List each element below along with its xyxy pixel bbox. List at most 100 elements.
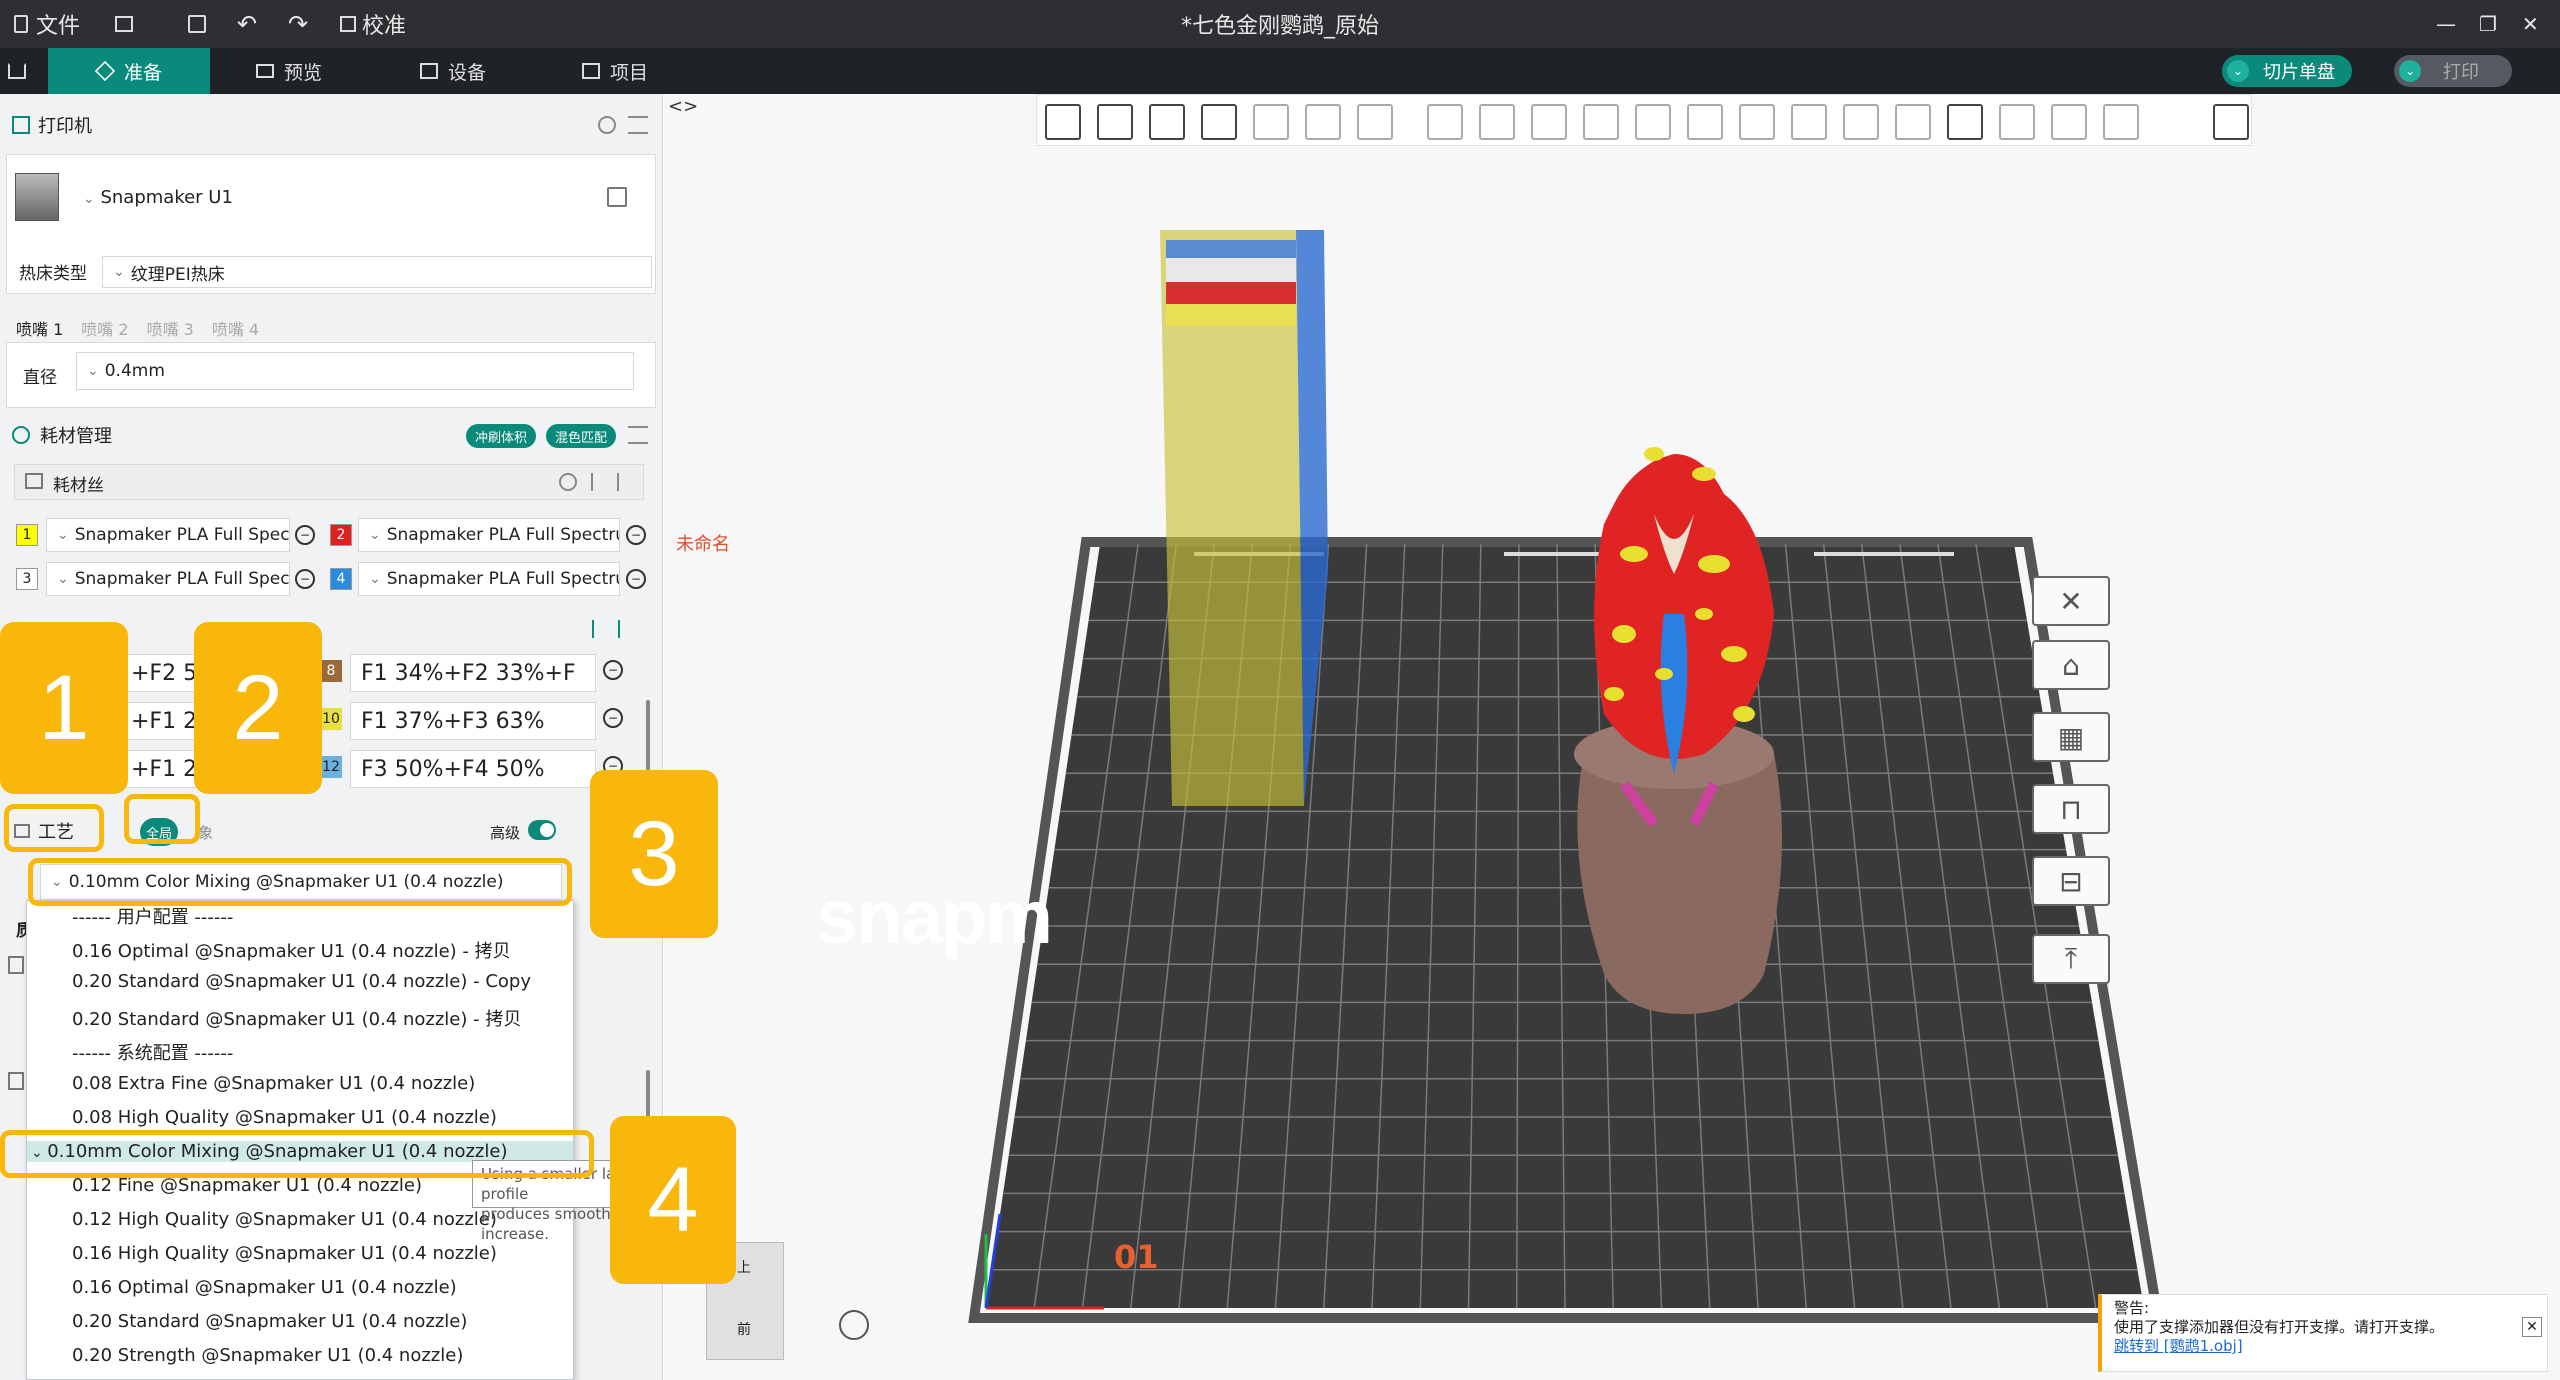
flush-volume-button[interactable]: 冲刷体积 [466, 424, 536, 448]
arrange-icon[interactable]: ▦ [2032, 712, 2110, 762]
file-menu[interactable]: 文件 [14, 0, 80, 48]
auto-orient-icon[interactable]: ⌂ [2032, 640, 2110, 690]
profile-option[interactable]: 0.16 Optimal @Snapmaker U1 (0.4 nozzle) … [72, 937, 511, 963]
scale-icon[interactable] [1531, 104, 1567, 140]
printer-selector[interactable]: ⌄ Snapmaker U1 [83, 187, 233, 208]
save-icon[interactable] [188, 0, 206, 48]
profile-option[interactable]: 0.16 High Quality @Snapmaker U1 (0.4 noz… [72, 1243, 497, 1264]
settings-icon[interactable] [628, 426, 648, 444]
filament-select-1[interactable]: ⌄ Snapmaker PLA Full Spect... [46, 518, 290, 552]
home-icon[interactable] [8, 48, 38, 94]
maximize-icon[interactable]: ❐ [2479, 0, 2509, 48]
plate-name-label[interactable]: 未命名 [676, 530, 730, 556]
object-toggle[interactable]: 象 [198, 822, 213, 843]
remove-mix-icon[interactable] [592, 620, 610, 638]
view-cube-front[interactable]: 前 [737, 1319, 751, 1339]
lock-plate-icon[interactable]: ⊓ [2032, 784, 2110, 834]
mix-row-value[interactable]: F1 37%+F3 63% [350, 702, 596, 740]
color-mix-button[interactable]: 混色匹配 [546, 424, 616, 448]
profile-option[interactable]: 0.08 Extra Fine @Snapmaker U1 (0.4 nozzl… [72, 1073, 475, 1094]
stump[interactable] [1577, 754, 1782, 1014]
fuzzy-skin-icon[interactable] [1843, 104, 1879, 140]
profile-option[interactable]: 0.12 Fine @Snapmaker U1 (0.4 nozzle) [72, 1175, 422, 1196]
profile-option[interactable]: 0.12 High Quality @Snapmaker U1 (0.4 noz… [72, 1209, 497, 1230]
tab-device[interactable]: 设备 [420, 48, 486, 94]
profile-option[interactable]: 0.20 Strength @Snapmaker U1 (0.4 nozzle) [72, 1345, 463, 1366]
warning-link[interactable]: 跳转到 [鹦鹉1.obj] [2114, 1337, 2535, 1356]
close-icon[interactable]: ✕ [2522, 1317, 2542, 1337]
remove-icon[interactable]: − [603, 660, 623, 680]
profile-option[interactable]: 0.20 Standard @Snapmaker U1 (0.4 nozzle) [72, 1311, 467, 1332]
tab-nozzle-2[interactable]: 喷嘴 2 [81, 316, 128, 340]
edit-icon[interactable] [607, 187, 627, 207]
advanced-toggle[interactable] [528, 820, 556, 840]
undo-icon[interactable]: ↶ [237, 0, 257, 48]
move-to-top-icon[interactable]: ⤒ [2032, 934, 2110, 984]
tab-nozzle-4[interactable]: 喷嘴 4 [212, 316, 259, 340]
redo-icon[interactable]: ↷ [288, 0, 308, 48]
emboss-icon[interactable] [2103, 104, 2139, 140]
arrange-icon[interactable] [1201, 104, 1237, 140]
tab-prepare[interactable]: 准备 [48, 48, 210, 94]
tab-nozzle-3[interactable]: 喷嘴 3 [147, 316, 194, 340]
filament-slot-number[interactable]: 2 [330, 524, 352, 546]
profile-option[interactable]: 0.08 High Quality @Snapmaker U1 (0.4 noz… [72, 1107, 497, 1128]
view-cube-top[interactable]: 上 [737, 1257, 751, 1277]
seam-icon[interactable] [1687, 104, 1723, 140]
plate-settings-icon[interactable]: ⊟ [2032, 856, 2110, 906]
tab-nozzle-1[interactable]: 喷嘴 1 [16, 316, 63, 340]
filament-slot-number[interactable]: 3 [16, 568, 38, 590]
slice-button[interactable]: ⌄ 切片单盘 [2222, 55, 2352, 87]
remove-icon[interactable]: − [626, 525, 646, 545]
cut-icon[interactable] [1583, 104, 1619, 140]
bed-type-select[interactable]: ⌄ 纹理PEI热床 [102, 256, 652, 288]
menu-icon[interactable] [115, 0, 133, 48]
brim-ear-icon[interactable] [1895, 104, 1931, 140]
auto-orient-icon[interactable] [1149, 104, 1185, 140]
variable-height-icon[interactable] [2213, 104, 2249, 140]
close-icon[interactable]: ✕ [2522, 0, 2552, 48]
filament-slot-number[interactable]: 4 [330, 568, 352, 590]
split-parts-icon[interactable] [1305, 104, 1341, 140]
measure-icon[interactable] [1999, 104, 2035, 140]
tab-project[interactable]: 项目 [582, 48, 648, 94]
mesh-boolean-icon[interactable] [1635, 104, 1671, 140]
plate-grid-icon[interactable] [1097, 104, 1133, 140]
layers-list-icon[interactable] [1357, 104, 1393, 140]
remove-icon[interactable]: − [295, 569, 315, 589]
mix-row-value[interactable]: F3 50%+F4 50% [350, 750, 596, 788]
reset-view-icon[interactable] [839, 1310, 869, 1340]
tab-preview[interactable]: 预览 [256, 48, 322, 94]
sync-icon[interactable] [598, 116, 616, 134]
filament-select-4[interactable]: ⌄ Snapmaker PLA Full Spectru... [358, 562, 620, 596]
filament-select-2[interactable]: ⌄ Snapmaker PLA Full Spectru... [358, 518, 620, 552]
diameter-select[interactable]: ⌄ 0.4mm [76, 352, 634, 390]
remove-icon[interactable]: − [295, 525, 315, 545]
sync-icon[interactable] [559, 473, 577, 491]
filament-select-3[interactable]: ⌄ Snapmaker PLA Full Spect... [46, 562, 290, 596]
3d-viewport[interactable]: <> 未命名 snapm 01 上 前 [664, 94, 2560, 1380]
text-icon[interactable] [1947, 104, 1983, 140]
add-mix-icon[interactable] [618, 620, 636, 638]
split-objects-icon[interactable] [1253, 104, 1289, 140]
profile-option[interactable]: 0.16 Optimal @Snapmaker U1 (0.4 nozzle) [72, 1277, 457, 1298]
minimize-icon[interactable]: — [2436, 0, 2466, 48]
color-paint-icon[interactable] [1791, 104, 1827, 140]
settings-icon[interactable] [628, 116, 648, 134]
support-paint-icon[interactable] [1739, 104, 1775, 140]
plate-number[interactable]: 01 [1114, 1238, 1159, 1276]
remove-icon[interactable]: − [603, 708, 623, 728]
remove-filament-icon[interactable] [591, 473, 609, 491]
profile-option[interactable]: 0.20 Standard @Snapmaker U1 (0.4 nozzle)… [72, 971, 531, 992]
remove-icon[interactable]: − [626, 569, 646, 589]
move-icon[interactable] [1427, 104, 1463, 140]
calibrate-menu[interactable]: 校准 [340, 0, 406, 48]
assembly-icon[interactable] [2051, 104, 2087, 140]
rotate-icon[interactable] [1479, 104, 1515, 140]
print-button[interactable]: ⌄ 打印 [2394, 55, 2512, 87]
add-object-icon[interactable] [1045, 104, 1081, 140]
add-filament-icon[interactable] [617, 473, 635, 491]
filament-slot-number[interactable]: 1 [16, 524, 38, 546]
delete-all-icon[interactable]: ✕ [2032, 576, 2110, 626]
mix-row-value[interactable]: F1 34%+F2 33%+F [350, 654, 596, 692]
